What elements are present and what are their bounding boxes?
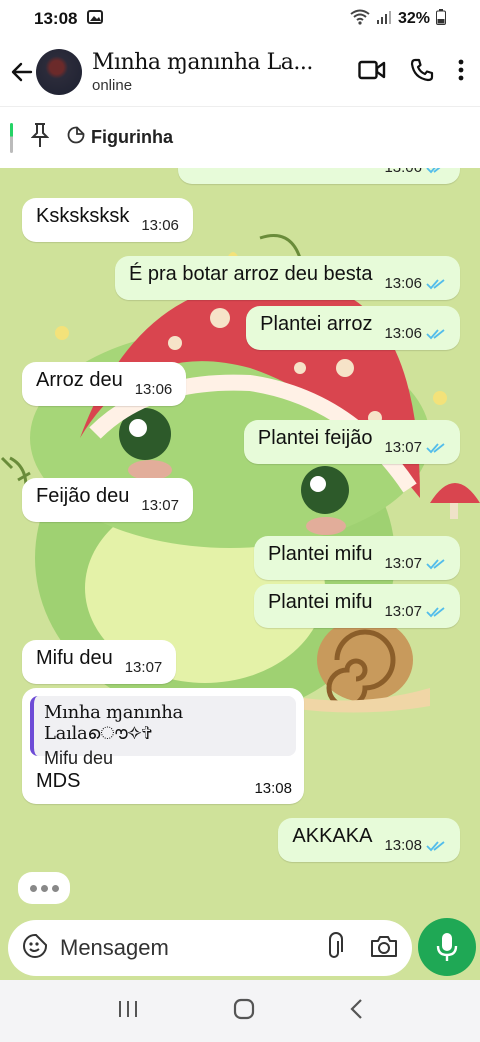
- pinned-label: Figurinha: [91, 127, 173, 147]
- gallery-icon: [87, 9, 104, 29]
- message-time: 13:07: [384, 555, 422, 572]
- recent-apps-button[interactable]: [117, 999, 139, 1024]
- message-bubble[interactable]: É pra botar arroz deu besta 13:06: [114, 256, 460, 300]
- typing-indicator: [18, 872, 70, 904]
- camera-icon: [371, 935, 397, 957]
- more-vertical-icon: [458, 59, 464, 80]
- sticker-smiley-icon: [23, 933, 47, 958]
- paperclip-icon: [329, 931, 343, 958]
- message-text: Feijão deu: [36, 485, 130, 507]
- avatar[interactable]: [36, 49, 82, 95]
- quoted-text: Mifu deu: [44, 748, 114, 768]
- read-receipt-icon: [426, 278, 445, 289]
- contact-info[interactable]: Mınha ɱanınha La... online: [92, 50, 358, 94]
- battery-level: 32%: [397, 10, 430, 27]
- pinned-indicator: [10, 122, 13, 153]
- phone-icon: [410, 58, 434, 81]
- message-time: 13:06: [384, 275, 422, 292]
- read-receipt-icon: [426, 328, 445, 339]
- message-text: Plantei mifu: [267, 591, 373, 613]
- camera-button[interactable]: [370, 934, 398, 963]
- message-text: Arroz deu: [36, 369, 123, 391]
- video-call-button[interactable]: [358, 59, 386, 86]
- message-composer: [8, 920, 412, 976]
- message-time: 13:07: [384, 603, 422, 620]
- battery-icon: [436, 8, 446, 30]
- system-navigation-bar: [0, 980, 480, 1042]
- status-time: 13:08: [34, 9, 78, 28]
- wifi-icon: [350, 9, 370, 30]
- pinned-message-bar[interactable]: Figurinha: [0, 106, 480, 168]
- more-options-button[interactable]: [458, 59, 464, 86]
- message-text: Mifu deu: [36, 647, 113, 669]
- signal-icon: [376, 9, 392, 30]
- emoji-sticker-button[interactable]: [22, 933, 48, 964]
- attach-button[interactable]: [326, 931, 344, 965]
- message-bubble[interactable]: Plantei mifu 13:07: [253, 536, 460, 580]
- back-button[interactable]: [4, 61, 40, 83]
- typing-dot: [40, 884, 48, 892]
- voice-message-button[interactable]: [418, 918, 476, 976]
- message-time: 13:06: [141, 217, 179, 234]
- message-bubble[interactable]: AKKAKA 13:08: [278, 818, 460, 862]
- pin-icon: [30, 122, 50, 153]
- quoted-message[interactable]: Mınha ɱanınha Laılaൌ✧✞ Mifu deu: [30, 696, 296, 768]
- message-bubble[interactable]: Plantei feijão 13:07: [243, 420, 460, 464]
- message-input[interactable]: [60, 935, 280, 961]
- chat-header: Mınha ɱanınha La... online: [0, 38, 480, 106]
- video-camera-icon: [358, 60, 386, 79]
- home-icon: [233, 998, 255, 1019]
- read-receipt-icon: [426, 558, 445, 569]
- message-bubble[interactable]: Mifu deu 13:07: [22, 640, 177, 684]
- message-text: Plantei arroz: [260, 313, 373, 335]
- message-bubble[interactable]: Arroz deu 13:06: [22, 362, 187, 406]
- quoted-author: Mınha ɱanınha Laılaൌ✧✞: [44, 702, 183, 744]
- message-text: MDS: [36, 770, 81, 792]
- chevron-left-icon: [350, 998, 362, 1019]
- recent-apps-icon: [119, 1000, 137, 1017]
- voice-call-button[interactable]: [410, 58, 434, 87]
- typing-dot: [29, 884, 37, 892]
- message-bubble[interactable]: Feijão deu 13:07: [22, 478, 193, 522]
- arrow-left-icon: [11, 62, 33, 82]
- contact-name: Mınha ɱanınha La...: [92, 50, 313, 75]
- message-bubble[interactable]: Plantei arroz 13:06: [246, 306, 460, 350]
- read-receipt-icon: [426, 442, 445, 453]
- status-bar: 13:08 32%: [0, 0, 480, 38]
- message-text: Plantei mifu: [267, 543, 373, 565]
- message-text: Plantei feijão: [257, 427, 373, 449]
- message-time: 13:08: [384, 837, 422, 854]
- message-bubble[interactable]: Ksksksksk 13:06: [22, 198, 193, 242]
- contact-status: online: [92, 77, 133, 94]
- message-time: 13:06: [134, 381, 173, 398]
- message-time: 13:07: [384, 439, 422, 456]
- message-text: AKKAKA: [292, 825, 373, 847]
- read-receipt-icon: [426, 840, 445, 851]
- home-button[interactable]: [233, 998, 255, 1025]
- sticker-icon: [67, 126, 85, 149]
- message-text: Ksksksksk: [36, 205, 130, 227]
- chat-area[interactable]: 13:06 Ksksksksk 13:06 É pra botar arroz …: [0, 168, 480, 920]
- message-bubble[interactable]: Plantei mifu 13:07: [253, 584, 460, 628]
- system-back-button[interactable]: [349, 998, 363, 1025]
- read-receipt-icon: [426, 168, 440, 173]
- microphone-icon: [436, 933, 458, 961]
- message-time: 13:06: [384, 325, 422, 342]
- reply-message-bubble[interactable]: Mınha ɱanınha Laılaൌ✧✞ Mifu deu MDS 13:0…: [22, 688, 304, 804]
- message-time: 13:08: [254, 780, 292, 797]
- typing-dot: [51, 884, 59, 892]
- message-time: 13:07: [141, 497, 179, 514]
- message-bubble[interactable]: 13:06: [178, 168, 460, 184]
- message-time: 13:07: [124, 659, 163, 676]
- message-time: 13:06: [384, 168, 422, 176]
- message-text: É pra botar arroz deu besta: [128, 263, 373, 285]
- read-receipt-icon: [426, 606, 445, 617]
